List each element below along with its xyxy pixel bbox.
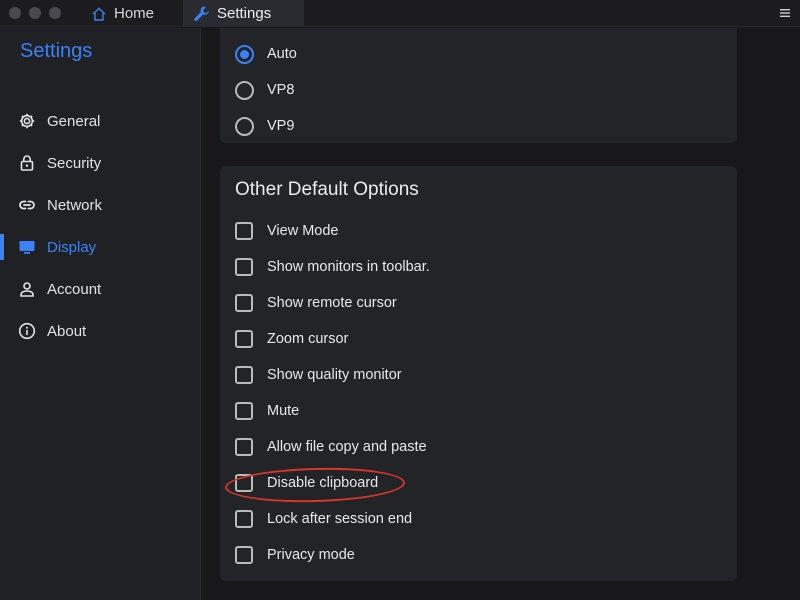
wrench-icon [193,5,211,23]
option-lock-after-session-end[interactable]: Lock after session end [235,507,412,531]
info-icon [18,322,36,340]
lock-icon [18,154,36,172]
sidebar-item-label: General [47,112,101,130]
tab-settings[interactable]: Settings [183,0,304,27]
menu-icon[interactable] [778,6,792,20]
option-label: Show quality monitor [267,367,402,383]
checkbox[interactable] [235,222,253,240]
tab-home[interactable]: Home [84,0,180,27]
gear-icon [18,112,36,130]
sidebar-item-general[interactable]: General [0,106,200,136]
codec-option-vp9[interactable]: VP9 [235,114,294,138]
checkbox[interactable] [235,294,253,312]
title-bar: Home Settings [0,0,800,27]
option-privacy-mode[interactable]: Privacy mode [235,543,355,567]
option-show-quality-monitor[interactable]: Show quality monitor [235,363,402,387]
minimize-window-button[interactable] [29,7,41,19]
sidebar-item-label: Display [47,238,97,256]
option-label: Show remote cursor [267,295,397,311]
person-icon [18,280,36,298]
codec-card: Auto VP8 VP9 [220,28,737,143]
sidebar: Settings General Security Network Displa… [0,28,201,600]
sidebar-item-label: About [47,322,87,340]
sidebar-item-about[interactable]: About [0,316,200,346]
codec-option-vp8[interactable]: VP8 [235,78,294,102]
radio-button[interactable] [235,44,254,64]
option-label: Zoom cursor [267,331,349,347]
monitor-icon [18,238,36,256]
option-zoom-cursor[interactable]: Zoom cursor [235,327,348,351]
sidebar-item-display[interactable]: Display [0,232,200,262]
option-disable-clipboard[interactable]: Disable clipboard [235,471,378,495]
checkbox[interactable] [235,366,253,384]
option-label: Show monitors in toolbar. [267,259,430,275]
option-label: VP8 [267,82,295,98]
sidebar-item-label: Account [47,280,102,298]
sidebar-item-account[interactable]: Account [0,274,200,304]
option-label: VP9 [267,118,295,134]
maximize-window-button[interactable] [49,7,61,19]
checkbox[interactable] [235,438,253,456]
section-title: Other Default Options [235,179,419,200]
settings-content: Auto VP8 VP9 Other Default Options View … [201,28,800,600]
option-show-monitors-in-toolbar[interactable]: Show monitors in toolbar. [235,255,430,279]
sidebar-item-security[interactable]: Security [0,148,200,178]
option-label: Privacy mode [267,547,355,563]
option-show-remote-cursor[interactable]: Show remote cursor [235,291,397,315]
option-mute[interactable]: Mute [235,399,299,423]
checkbox[interactable] [235,258,253,276]
codec-option-auto[interactable]: Auto [235,42,297,66]
option-label: Lock after session end [267,511,413,527]
checkbox[interactable] [235,546,253,564]
sidebar-item-network[interactable]: Network [0,190,200,220]
radio-button[interactable] [235,116,254,136]
home-icon [90,5,108,23]
checkbox[interactable] [235,402,253,420]
tab-home-label: Home [114,5,155,22]
checkbox[interactable] [235,510,253,528]
sidebar-title: Settings [20,40,93,62]
option-label: Auto [267,46,297,62]
sidebar-item-label: Security [47,154,102,172]
other-default-options-card: Other Default Options View Mode Show mon… [220,166,737,581]
checkbox[interactable] [235,330,253,348]
option-label: Disable clipboard [267,475,379,491]
option-view-mode[interactable]: View Mode [235,219,338,243]
checkbox[interactable] [235,474,253,492]
option-allow-file-copy-paste[interactable]: Allow file copy and paste [235,435,427,459]
sidebar-item-label: Network [47,196,103,214]
option-label: Mute [267,403,300,419]
option-label: Allow file copy and paste [267,439,427,455]
radio-button[interactable] [235,80,254,100]
tab-settings-label: Settings [217,5,272,22]
close-window-button[interactable] [9,7,21,19]
option-label: View Mode [267,223,339,239]
link-icon [18,196,36,214]
